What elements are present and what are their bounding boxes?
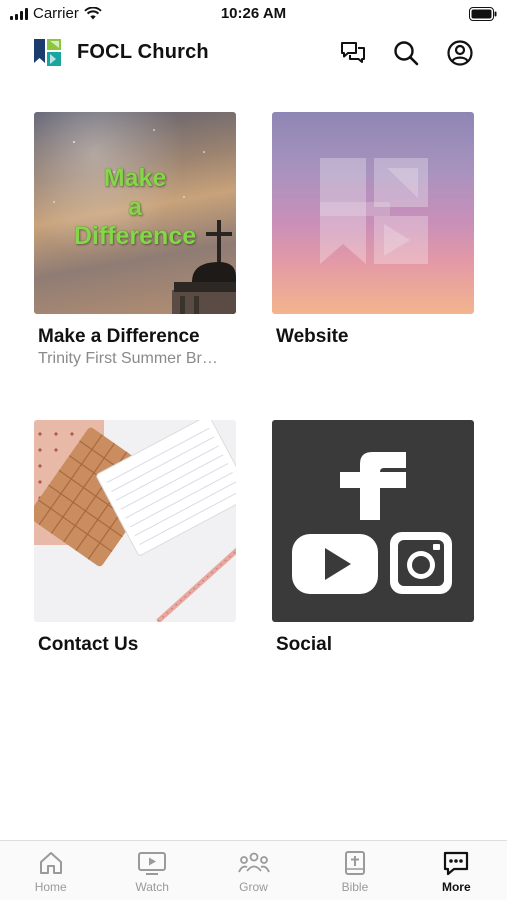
home-icon	[39, 852, 62, 874]
tab-label: More	[441, 880, 471, 894]
app-title: FOCL Church	[77, 41, 209, 63]
more-chat-icon	[444, 851, 469, 876]
battery-icon	[469, 7, 497, 26]
tab-watch[interactable]: Watch	[101, 841, 202, 900]
tab-grow[interactable]: Grow	[203, 841, 304, 900]
tab-home[interactable]: Home	[0, 841, 101, 900]
image-text-line: a	[128, 193, 142, 221]
group-icon	[237, 852, 270, 873]
tile-make-a-difference[interactable]: Make a Difference Make a Difference Trin…	[34, 112, 236, 368]
social-icons-illustration	[292, 452, 452, 594]
tab-label: Grow	[239, 880, 268, 894]
status-time: 10:26 AM	[220, 5, 287, 22]
search-button[interactable]	[391, 38, 421, 68]
tab-more[interactable]: More	[406, 841, 507, 900]
tile-title: Website	[276, 326, 349, 347]
notepad-illustration	[34, 420, 236, 622]
tile-contact-us[interactable]: Contact Us	[34, 420, 236, 656]
tv-icon	[138, 852, 167, 875]
chat-icon	[341, 42, 365, 63]
make-a-difference-image: Make a Difference	[34, 112, 236, 314]
search-icon	[394, 41, 419, 66]
tile-website[interactable]: Website	[272, 112, 474, 348]
church-logo-watermark	[320, 158, 428, 264]
bible-icon	[344, 851, 365, 875]
facebook-icon	[340, 452, 406, 520]
instagram-icon	[390, 532, 452, 594]
tab-bible[interactable]: Bible	[304, 841, 405, 900]
image-text-line: Difference	[73, 222, 197, 250]
church-logo	[34, 39, 61, 66]
image-text-line: Make	[103, 164, 167, 192]
tile-title: Contact Us	[38, 634, 139, 655]
contact-us-image	[34, 420, 236, 622]
status-bar: Carrier 10:26 AM	[0, 0, 507, 30]
make-a-difference-image-text: Make a Difference	[34, 164, 236, 251]
tab-bar: Home Watch Grow Bible More	[0, 840, 507, 900]
tile-social[interactable]: Social	[272, 420, 474, 656]
app-header: FOCL Church	[0, 30, 507, 76]
tile-title: Make a Difference	[38, 326, 200, 347]
profile-button[interactable]	[445, 38, 475, 68]
tab-label: Watch	[135, 880, 169, 894]
tab-label: Home	[34, 880, 67, 894]
profile-icon	[447, 40, 473, 66]
tile-title: Social	[276, 634, 332, 655]
chat-button[interactable]	[338, 38, 368, 68]
tab-label: Bible	[341, 880, 369, 894]
youtube-icon	[292, 534, 378, 594]
social-image	[272, 420, 474, 622]
website-image	[272, 112, 474, 314]
tile-subtitle: Trinity First Summer Br…	[38, 350, 218, 367]
